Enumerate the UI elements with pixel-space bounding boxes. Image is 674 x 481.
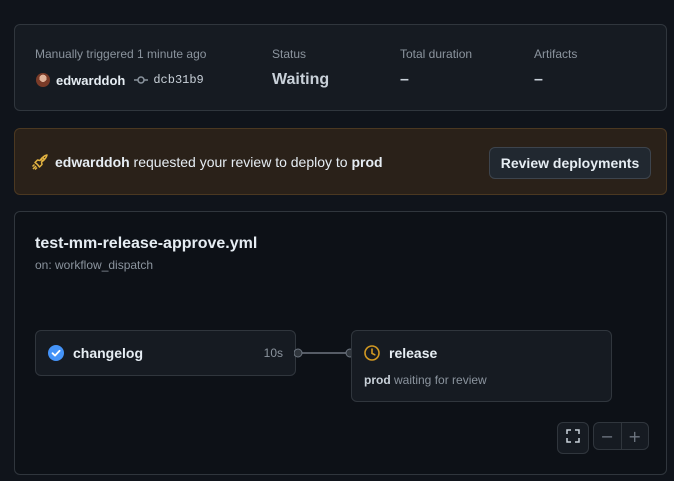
duration-value: – (400, 71, 409, 88)
commit-sha-link[interactable]: dcb31b9 (153, 73, 203, 87)
review-request-banner: edwarddoh requested your review to deplo… (14, 128, 667, 195)
workflow-file-name[interactable]: test-mm-release-approve.yml (35, 235, 257, 253)
status-label: Status (272, 47, 307, 61)
job-duration: 10s (263, 346, 283, 360)
job-environment: prod (364, 373, 391, 387)
banner-environment: prod (351, 154, 383, 170)
fit-to-view-button[interactable] (557, 422, 589, 454)
workflow-run-page: Manually triggered 1 minute ago edwarddo… (0, 0, 674, 481)
job-name: changelog (73, 345, 144, 361)
duration-column: Total duration – (400, 46, 472, 90)
run-summary: Manually triggered 1 minute ago edwarddo… (14, 24, 667, 111)
rocket-icon (31, 153, 49, 176)
job-changelog[interactable]: changelog 10s (35, 330, 296, 376)
fullscreen-icon (566, 428, 580, 448)
zoom-controls: − + (593, 422, 649, 450)
banner-actor[interactable]: edwarddoh (55, 154, 130, 170)
job-release[interactable]: release prod waiting for review (351, 330, 612, 402)
workflow-graph: test-mm-release-approve.yml on: workflow… (14, 211, 667, 475)
artifacts-column: Artifacts – (534, 46, 577, 90)
check-circle-icon (48, 345, 64, 366)
job-name: release (389, 345, 438, 361)
workflow-trigger: on: workflow_dispatch (35, 258, 154, 272)
trigger-label: Manually triggered 1 minute ago (35, 47, 207, 61)
status-column: Status Waiting (272, 46, 329, 90)
artifacts-value: – (534, 71, 543, 88)
zoom-in-button[interactable]: + (620, 423, 649, 449)
job-dependency-connector (294, 348, 354, 358)
duration-label: Total duration (400, 47, 473, 61)
trigger-column: Manually triggered 1 minute ago edwarddo… (35, 46, 206, 89)
job-detail-text: waiting for review (390, 373, 487, 387)
artifacts-label: Artifacts (534, 47, 578, 61)
git-commit-icon (134, 75, 149, 85)
banner-message: requested your review to deploy to (129, 154, 352, 170)
zoom-out-button[interactable]: − (594, 423, 621, 449)
status-value: Waiting (272, 71, 330, 88)
job-status-detail: prod waiting for review (364, 373, 487, 387)
clock-icon (364, 345, 380, 366)
actor-link[interactable]: edwarddoh (56, 73, 125, 88)
review-deployments-button[interactable]: Review deployments (489, 147, 651, 179)
avatar[interactable] (36, 73, 50, 87)
review-request-text: edwarddoh requested your review to deplo… (55, 153, 383, 171)
